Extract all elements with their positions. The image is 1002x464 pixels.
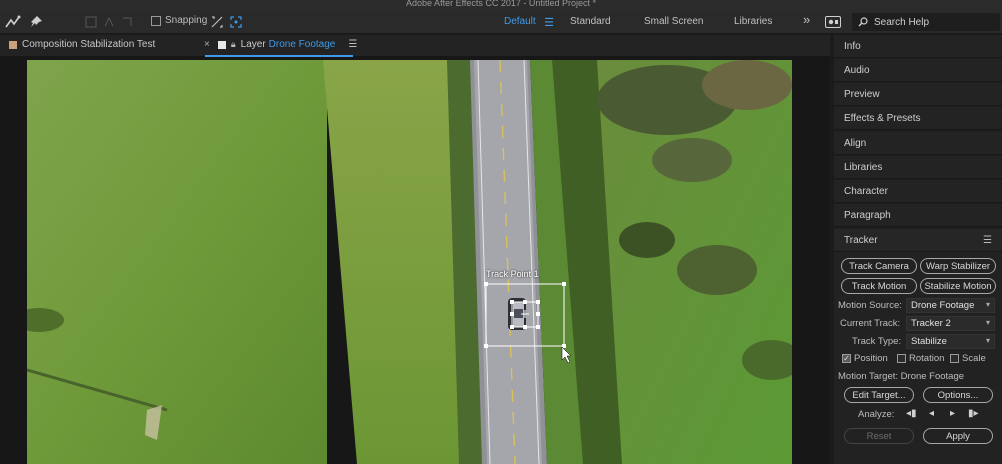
tracker-panel-header[interactable]: Tracker ☰: [834, 229, 1002, 252]
options-button[interactable]: Options...: [923, 387, 993, 403]
toolbar: Snapping Default ☰ Standard Small Screen…: [0, 10, 1002, 34]
workspace-standard[interactable]: Standard: [570, 16, 611, 27]
viewer-tab-bar: Composition Stabilization Test × 🔒︎ Laye…: [0, 35, 830, 57]
analyze-backward-icon[interactable]: ◂: [929, 408, 934, 419]
warp-stabilizer-button[interactable]: Warp Stabilizer: [920, 258, 996, 274]
motion-target-text: Motion Target: Drone Footage: [838, 371, 965, 382]
stabilize-motion-button[interactable]: Stabilize Motion: [920, 278, 996, 294]
track-type-value: Stabilize: [911, 336, 947, 347]
track-point-label: Track Point 1: [486, 269, 539, 279]
track-type-label: Track Type:: [852, 336, 902, 347]
snapping-checkbox[interactable]: [151, 15, 161, 26]
snapping-label: Snapping: [165, 15, 208, 26]
panel-align[interactable]: Align: [834, 132, 1002, 155]
lock-icon[interactable]: 🔒︎: [231, 39, 236, 50]
rotation-checkbox[interactable]: [897, 354, 906, 363]
position-checkbox[interactable]: ✓: [842, 354, 851, 363]
rotation-label: Rotation: [909, 353, 945, 364]
analyze-backward-all-icon[interactable]: ◂▮: [906, 408, 917, 419]
edit-target-button[interactable]: Edit Target...: [844, 387, 914, 403]
current-track-select[interactable]: Tracker 2 ▾: [906, 316, 995, 331]
analyze-forward-icon[interactable]: ▸: [950, 408, 955, 419]
position-label: Position: [854, 353, 888, 364]
tab-layer[interactable]: × 🔒︎ Layer Drone Footage ☰: [204, 39, 357, 50]
panel-paragraph[interactable]: Paragraph: [834, 204, 1002, 227]
motion-source-label: Motion Source:: [838, 300, 902, 311]
layer-tab-prefix: Layer: [240, 39, 266, 50]
reset-button[interactable]: Reset: [844, 428, 914, 444]
bend-tool-icon[interactable]: [120, 13, 134, 31]
snap-features-icon[interactable]: [229, 13, 243, 31]
search-help-field[interactable]: Search Help: [852, 13, 1000, 31]
layer-color-icon: [217, 40, 226, 49]
workspace-libraries[interactable]: Libraries: [734, 16, 772, 27]
tab-composition[interactable]: Composition Stabilization Test: [9, 39, 155, 50]
analyze-label: Analyze:: [858, 409, 895, 420]
panel-info[interactable]: Info: [834, 35, 1002, 58]
search-placeholder: Search Help: [874, 16, 930, 28]
right-panel-stack: Info Audio Preview Effects & Presets Ali…: [834, 35, 1002, 464]
position-checkbox-row[interactable]: ✓ Position: [842, 353, 888, 364]
composition-tab-label: Composition Stabilization Test: [22, 39, 156, 50]
track-type-select[interactable]: Stabilize ▾: [906, 334, 995, 349]
chevron-down-icon: ▾: [985, 318, 990, 327]
track-camera-button[interactable]: Track Camera: [841, 258, 917, 274]
workspace-default[interactable]: Default: [504, 16, 536, 27]
motion-source-value: Drone Footage: [911, 300, 975, 311]
search-icon: [858, 17, 868, 27]
motion-source-select[interactable]: Drone Footage ▾: [906, 298, 995, 313]
panel-preview[interactable]: Preview: [834, 83, 1002, 106]
current-track-label: Current Track:: [840, 318, 901, 329]
title-bar: Adobe After Effects CC 2017 - Untitled P…: [0, 0, 1002, 10]
workspace-overflow-icon[interactable]: »: [803, 12, 810, 27]
workspace-menu-icon[interactable]: ☰: [543, 13, 555, 31]
panel-libraries[interactable]: Libraries: [834, 156, 1002, 179]
panel-character[interactable]: Character: [834, 180, 1002, 203]
puppet-tool-icon[interactable]: [2, 13, 24, 31]
panel-audio[interactable]: Audio: [834, 59, 1002, 82]
app-title: Adobe After Effects CC 2017 - Untitled P…: [406, 0, 596, 8]
track-motion-button[interactable]: Track Motion: [841, 278, 917, 294]
pin-tool-icon[interactable]: [26, 13, 46, 31]
analyze-forward-all-icon[interactable]: ▮▸: [968, 408, 979, 419]
close-icon[interactable]: ×: [204, 39, 210, 50]
scale-checkbox-row[interactable]: Scale: [950, 353, 986, 366]
snapping-toggle[interactable]: Snapping: [151, 15, 207, 26]
tab-menu-icon[interactable]: ☰: [348, 39, 357, 50]
tracker-menu-icon[interactable]: ☰: [983, 235, 992, 246]
starch-tool-icon[interactable]: [84, 13, 98, 31]
sync-settings-icon[interactable]: [824, 13, 842, 31]
tracker-title: Tracker: [844, 234, 878, 246]
drone-footage-frame[interactable]: Track Point 1: [27, 60, 792, 464]
layer-tab-name: Drone Footage: [268, 39, 336, 50]
scale-label: Scale: [962, 353, 986, 364]
chevron-down-icon: ▾: [985, 300, 990, 309]
rotation-checkbox-row[interactable]: Rotation: [897, 353, 944, 366]
panel-effects-presets[interactable]: Effects & Presets: [834, 107, 1002, 130]
snap-edges-icon[interactable]: [210, 13, 224, 31]
apply-button[interactable]: Apply: [923, 428, 993, 444]
scale-checkbox[interactable]: [950, 354, 959, 363]
drone-footage-image: [27, 60, 792, 464]
current-track-value: Tracker 2: [911, 318, 951, 329]
overlap-tool-icon[interactable]: [102, 13, 116, 31]
chevron-down-icon: ▾: [985, 336, 990, 345]
composition-color-swatch: [9, 40, 17, 49]
tracker-panel: Tracker ☰ Track Camera Warp Stabilizer T…: [834, 229, 1002, 464]
workspace-small-screen[interactable]: Small Screen: [644, 16, 703, 27]
